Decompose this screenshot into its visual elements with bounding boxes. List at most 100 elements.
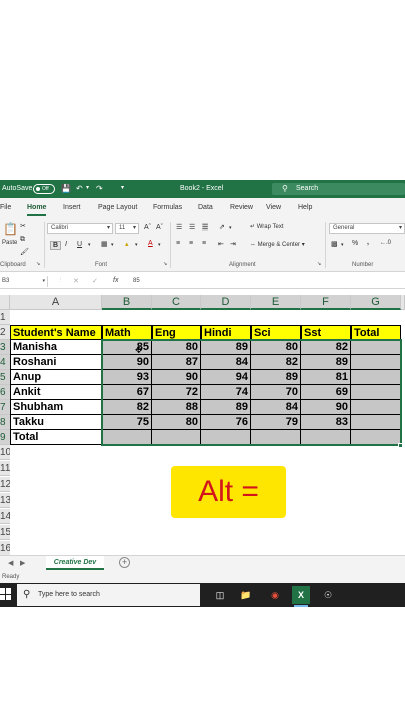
wrap-text-button[interactable]: ↵ Wrap Text: [250, 223, 284, 230]
enter-icon[interactable]: ✓: [92, 277, 98, 285]
score-cell[interactable]: 79: [251, 415, 301, 430]
column-header-g[interactable]: G: [351, 295, 401, 310]
increase-decimal-icon[interactable]: ←.0: [380, 240, 391, 246]
row-header-16[interactable]: 16: [0, 541, 10, 556]
score-cell[interactable]: 82: [301, 340, 351, 355]
copy-icon[interactable]: ⧉: [20, 236, 25, 244]
autosave-toggle[interactable]: Off: [33, 184, 55, 194]
score-cell[interactable]: 70: [251, 385, 301, 400]
score-cell[interactable]: 82: [251, 355, 301, 370]
font-color-icon[interactable]: A: [148, 240, 153, 247]
row-header-9[interactable]: 9: [0, 430, 10, 445]
total-cell-eng[interactable]: [152, 430, 201, 445]
underline-button[interactable]: U: [77, 241, 82, 248]
score-cell[interactable]: 89: [251, 370, 301, 385]
percent-style-icon[interactable]: %: [352, 240, 358, 247]
row-header-4[interactable]: 4: [0, 355, 10, 370]
row-header-1[interactable]: 1: [0, 310, 10, 325]
row-header-11[interactable]: 11: [0, 461, 10, 476]
header-cell-name[interactable]: Student's Name: [10, 325, 102, 340]
chevron-down-icon[interactable]: ▾: [111, 242, 114, 248]
column-header-e[interactable]: E: [251, 295, 301, 310]
excel-icon[interactable]: X: [292, 586, 310, 607]
decrease-font-icon[interactable]: Aˇ: [156, 224, 163, 231]
tab-data[interactable]: Data: [198, 204, 213, 211]
align-right-icon[interactable]: ≡: [202, 240, 206, 247]
orientation-icon[interactable]: ⇗: [219, 223, 225, 231]
name-box[interactable]: B3 ▾: [0, 276, 48, 287]
total-cell[interactable]: [351, 355, 401, 370]
column-header-b[interactable]: B: [102, 295, 152, 310]
score-cell[interactable]: 89: [301, 355, 351, 370]
font-name-select[interactable]: Calibri ▾: [47, 223, 113, 234]
chevron-down-icon[interactable]: ▾: [229, 225, 232, 231]
scroll-left-icon[interactable]: ◀: [8, 559, 13, 567]
total-row-label[interactable]: Total: [10, 430, 102, 445]
score-cell[interactable]: 80: [251, 340, 301, 355]
align-left-icon[interactable]: ≡: [176, 240, 180, 247]
row-header-15[interactable]: 15: [0, 525, 10, 540]
tab-insert[interactable]: Insert: [63, 204, 81, 211]
column-header-d[interactable]: D: [201, 295, 251, 310]
total-cell[interactable]: [351, 385, 401, 400]
row-header-13[interactable]: 13: [0, 493, 10, 508]
chevron-down-icon[interactable]: ▾: [341, 242, 344, 248]
score-cell[interactable]: 74: [201, 385, 251, 400]
merge-center-button[interactable]: ⇔ Merge & Center ▾: [250, 241, 305, 248]
header-cell-total[interactable]: Total: [351, 325, 401, 340]
score-cell[interactable]: 85: [102, 340, 152, 355]
score-cell[interactable]: 94: [201, 370, 251, 385]
row-header-10[interactable]: 10: [0, 445, 10, 460]
undo-icon[interactable]: ↶: [76, 184, 83, 193]
align-center-icon[interactable]: ≡: [189, 240, 193, 247]
header-cell-hindi[interactable]: Hindi: [201, 325, 251, 340]
student-name-cell[interactable]: Manisha: [10, 340, 102, 355]
decrease-indent-icon[interactable]: ⇤: [218, 240, 224, 248]
row-header-6[interactable]: 6: [0, 385, 10, 400]
header-cell-sci[interactable]: Sci: [251, 325, 301, 340]
font-launcher-icon[interactable]: ↘: [163, 261, 167, 267]
tab-help[interactable]: Help: [298, 204, 312, 211]
score-cell[interactable]: 82: [102, 400, 152, 415]
tab-page-layout[interactable]: Page Layout: [98, 204, 137, 211]
total-cell[interactable]: [351, 370, 401, 385]
tab-formulas[interactable]: Formulas: [153, 204, 182, 211]
header-cell-sst[interactable]: Sst: [301, 325, 351, 340]
sheet-tab-creative-dev[interactable]: Creative Dev: [46, 556, 104, 570]
windows-start-icon[interactable]: [0, 588, 12, 600]
score-cell[interactable]: 89: [201, 400, 251, 415]
student-name-cell[interactable]: Ankit: [10, 385, 102, 400]
clipboard-launcher-icon[interactable]: ↘: [36, 261, 40, 267]
row-header-8[interactable]: 8: [0, 415, 10, 430]
paste-icon[interactable]: 📋: [3, 222, 18, 236]
score-cell[interactable]: 90: [152, 370, 201, 385]
tab-review[interactable]: Review: [230, 204, 253, 211]
total-cell-grand[interactable]: [351, 430, 401, 445]
insert-function-icon[interactable]: fx: [113, 277, 118, 284]
tab-file[interactable]: File: [0, 204, 11, 211]
column-header-a[interactable]: A: [10, 295, 102, 310]
score-cell[interactable]: 69: [301, 385, 351, 400]
undo-dropdown-icon[interactable]: ▾: [86, 184, 89, 191]
student-name-cell[interactable]: Roshani: [10, 355, 102, 370]
score-cell[interactable]: 88: [152, 400, 201, 415]
borders-icon[interactable]: ▦: [101, 240, 108, 248]
fill-handle[interactable]: [398, 443, 403, 448]
chrome-icon[interactable]: ◉: [266, 586, 284, 604]
cut-icon[interactable]: ✂: [20, 222, 26, 230]
increase-font-icon[interactable]: Aˆ: [144, 224, 151, 231]
score-cell[interactable]: 93: [102, 370, 152, 385]
increase-indent-icon[interactable]: ⇥: [230, 240, 236, 248]
accounting-format-icon[interactable]: ▩: [331, 240, 338, 248]
score-cell[interactable]: 89: [201, 340, 251, 355]
tab-view[interactable]: View: [266, 204, 281, 211]
formula-input[interactable]: 85: [133, 278, 140, 284]
fill-color-icon[interactable]: ▴: [125, 240, 129, 248]
row-header-2[interactable]: 2: [0, 325, 10, 340]
bold-button[interactable]: B: [50, 241, 62, 250]
customize-toolbar-icon[interactable]: ▾: [121, 184, 124, 191]
column-header-c[interactable]: C: [152, 295, 201, 310]
taskbar-search[interactable]: ⚲ Type here to search: [17, 584, 200, 606]
student-name-cell[interactable]: Shubham: [10, 400, 102, 415]
redo-icon[interactable]: ↷: [96, 184, 103, 193]
